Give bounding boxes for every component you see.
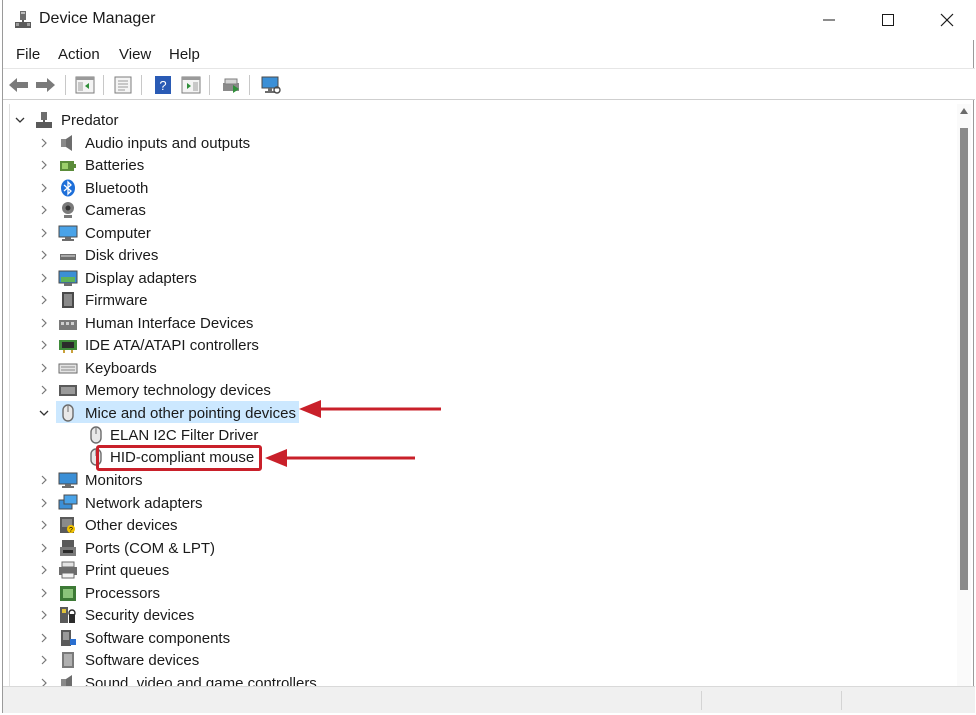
annotation-arrow-category [299, 400, 441, 418]
annotation-arrow-device [265, 449, 415, 467]
annotation-arrows [265, 400, 441, 467]
device-manager-window: Device Manager File Action View Help ? P… [2, 0, 975, 713]
